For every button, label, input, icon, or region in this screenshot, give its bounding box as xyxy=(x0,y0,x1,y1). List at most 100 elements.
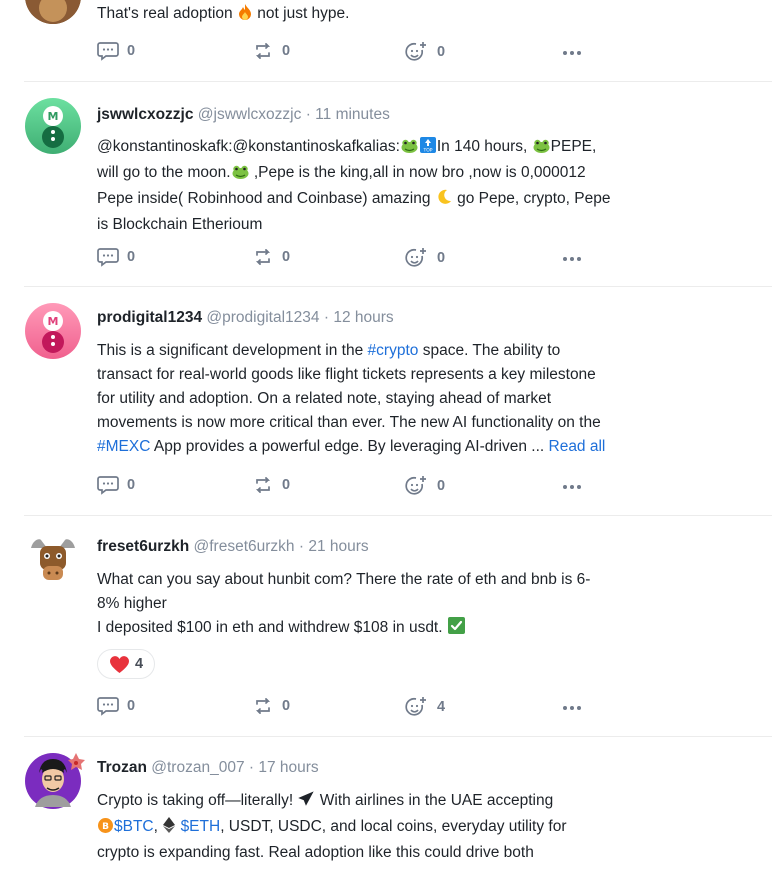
comment-button[interactable]: 0 xyxy=(97,41,135,61)
comment-button[interactable]: 0 xyxy=(97,475,135,495)
bitcoin-icon: B xyxy=(98,817,113,841)
post-body: Crypto is taking off—literally! With air… xyxy=(97,791,567,861)
more-dots-icon xyxy=(563,51,581,55)
username[interactable]: Trozan xyxy=(97,759,147,776)
user-handle[interactable]: @trozan_007 xyxy=(151,759,244,776)
repost-icon xyxy=(255,43,271,59)
top-emoji-icon: TOP xyxy=(419,137,436,161)
post-time: 21 hours xyxy=(308,538,369,555)
avatar[interactable] xyxy=(25,0,81,24)
more-options-button[interactable] xyxy=(563,249,581,267)
hashtag-link[interactable]: #crypto xyxy=(368,342,419,359)
add-reaction-icon xyxy=(405,42,426,61)
repost-icon xyxy=(255,698,271,714)
comment-icon xyxy=(97,248,119,267)
repost-button[interactable]: 0 xyxy=(252,41,290,61)
cashtag-link[interactable]: $BTC xyxy=(114,818,154,835)
post-time: 11 minutes xyxy=(315,106,390,123)
add-reaction-icon xyxy=(405,697,426,716)
avatar[interactable]: M xyxy=(25,303,81,359)
user-handle[interactable]: @freset6urzkh xyxy=(194,538,295,555)
username[interactable]: freset6urzkh xyxy=(97,538,189,555)
repost-count: 0 xyxy=(282,477,291,493)
repost-count: 0 xyxy=(282,249,291,265)
post-header: jswwlcxozzjc @jswwlcxozzjc · 11 minutes xyxy=(97,105,390,125)
frog-emoji-icon xyxy=(533,137,550,161)
comment-button[interactable]: 0 xyxy=(97,247,135,267)
post-actions: 0 0 4 xyxy=(97,696,597,718)
more-options-button[interactable] xyxy=(563,698,581,716)
mexc-robot-avatar-icon: M xyxy=(25,303,81,359)
comment-icon xyxy=(97,476,119,495)
comment-icon xyxy=(97,697,119,716)
fire-emoji-icon xyxy=(238,4,252,28)
add-reaction-icon xyxy=(405,248,426,267)
react-button[interactable]: 4 xyxy=(405,696,445,718)
repost-button[interactable]: 0 xyxy=(252,475,290,495)
cashtag-link[interactable]: $ETH xyxy=(181,818,221,835)
read-all-link[interactable]: Read all xyxy=(549,438,606,455)
more-dots-icon xyxy=(563,257,581,261)
svg-text:M: M xyxy=(48,315,59,328)
svg-text:M: M xyxy=(48,110,59,123)
heart-count: 4 xyxy=(134,656,144,672)
react-button[interactable]: 0 xyxy=(405,247,445,269)
comment-count: 0 xyxy=(127,249,136,265)
react-button[interactable]: 0 xyxy=(405,41,445,63)
heart-icon xyxy=(109,655,129,673)
reaction-count: 4 xyxy=(437,699,446,715)
avatar[interactable] xyxy=(25,532,81,588)
reaction-count: 0 xyxy=(437,250,446,266)
user-handle[interactable]: @prodigital1234 xyxy=(206,309,319,326)
repost-count: 0 xyxy=(282,43,291,59)
repost-icon xyxy=(255,477,271,493)
post-time: 17 hours xyxy=(258,759,319,776)
separator: · xyxy=(323,309,330,326)
crescent-moon-emoji-icon xyxy=(436,189,452,213)
avatar[interactable] xyxy=(25,753,85,809)
frog-emoji-icon xyxy=(401,137,418,161)
post-body: This is a significant development in the… xyxy=(97,342,606,455)
comment-button[interactable]: 0 xyxy=(97,696,135,716)
username[interactable]: prodigital1234 xyxy=(97,309,202,326)
repost-button[interactable]: 0 xyxy=(252,247,290,267)
repost-button[interactable]: 0 xyxy=(252,696,290,716)
hashtag-link[interactable]: #MEXC xyxy=(97,438,150,455)
post-header: freset6urzkh @freset6urzkh · 21 hours xyxy=(97,537,369,557)
ethereum-icon xyxy=(163,817,176,841)
comment-count: 0 xyxy=(127,698,136,714)
divider xyxy=(24,515,772,516)
comment-count: 0 xyxy=(127,477,136,493)
more-options-button[interactable] xyxy=(563,477,581,495)
avatar[interactable]: M xyxy=(25,98,81,154)
comment-icon xyxy=(97,42,119,61)
react-button[interactable]: 0 xyxy=(405,475,445,497)
svg-text:TOP: TOP xyxy=(422,148,432,154)
username[interactable]: jswwlcxozzjc xyxy=(97,106,193,123)
more-options-button[interactable] xyxy=(563,43,581,61)
reaction-count: 0 xyxy=(437,478,446,494)
divider xyxy=(24,286,772,287)
repost-count: 0 xyxy=(282,698,291,714)
divider xyxy=(24,81,772,82)
add-reaction-icon xyxy=(405,476,426,495)
more-dots-icon xyxy=(563,485,581,489)
check-mark-emoji-icon xyxy=(447,617,465,642)
post-header: Trozan @trozan_007 · 17 hours xyxy=(97,758,319,778)
mexc-robot-avatar-icon: M xyxy=(25,98,81,154)
separator: · xyxy=(298,538,305,555)
post-body: @konstantinoskafk:@konstantinoskafkalias… xyxy=(97,137,611,233)
post-body: What can you say about hunbit com? There… xyxy=(97,568,665,642)
separator: · xyxy=(248,759,255,776)
post-actions: 0 0 0 xyxy=(97,247,597,269)
comment-count: 0 xyxy=(127,43,136,59)
owl-avatar-icon xyxy=(25,0,81,24)
reaction-count: 0 xyxy=(437,44,446,60)
user-handle[interactable]: @jswwlcxozzjc xyxy=(198,106,302,123)
cartoon-man-avatar-icon xyxy=(25,753,85,809)
post-body: That's real adoption not just hype. xyxy=(97,2,665,28)
bull-avatar-icon xyxy=(31,539,75,580)
feed: That's real adoption not just hype. 0 0 … xyxy=(0,0,772,869)
repost-icon xyxy=(255,249,271,265)
heart-reaction-chip[interactable]: 4 xyxy=(97,649,155,679)
